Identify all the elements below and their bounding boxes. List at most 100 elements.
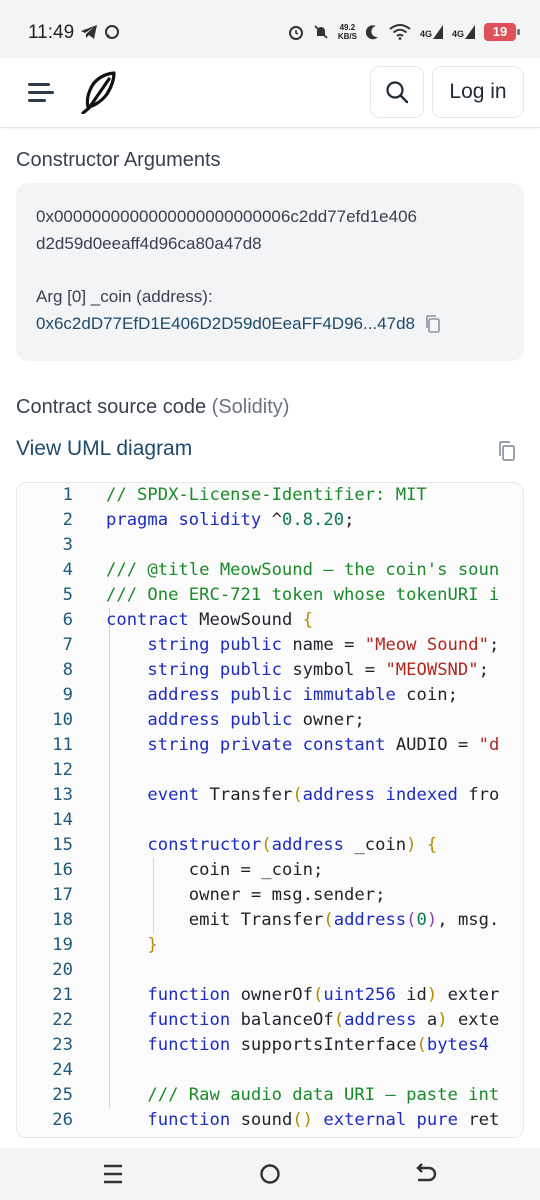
uml-diagram-link[interactable]: View UML diagram xyxy=(16,437,192,461)
code-text: owner = msg.sender; xyxy=(188,885,386,905)
code-viewer[interactable]: 1 // SPDX-License-Identifier: MIT 2 pragma … xyxy=(16,482,524,1138)
code-line: 13 event Transfer(address indexed fro xyxy=(17,783,523,808)
search-icon xyxy=(386,81,409,104)
recent-apps-icon[interactable] xyxy=(100,1162,126,1186)
line-number: 1 xyxy=(62,485,73,505)
signal-bars-icon xyxy=(465,25,475,39)
home-icon[interactable] xyxy=(257,1162,283,1186)
line-number: 21 xyxy=(52,985,73,1005)
code-line: 18 emit Transfer(address(0), msg. xyxy=(17,908,523,933)
code-text: event Transfer(address indexed fro xyxy=(147,785,500,805)
constructor-args-title: Constructor Arguments xyxy=(16,149,221,171)
status-bar: 11:49 49.2 KB/S 4G 4G 19 xyxy=(0,0,540,58)
language-label: (Solidity) xyxy=(211,396,290,418)
line-number: 24 xyxy=(52,1060,73,1080)
code-line: 25 /// Raw audio data URI — paste int xyxy=(17,1083,523,1108)
copy-icon[interactable] xyxy=(496,440,518,462)
code-text: constructor(address _coin) { xyxy=(147,835,438,855)
code-text: address public immutable coin; xyxy=(147,685,458,705)
line-number: 8 xyxy=(62,660,73,680)
code-line: 4 /// @title MeowSound — the coin's soun xyxy=(17,558,523,583)
code-line: 20 xyxy=(17,958,523,983)
code-line: 11 string private constant AUDIO = "d xyxy=(17,733,523,758)
code-line: 15 constructor(address _coin) { xyxy=(17,833,523,858)
battery-indicator: 19 xyxy=(484,23,520,41)
code-text: string private constant AUDIO = "d xyxy=(147,735,500,755)
code-text: } xyxy=(147,935,158,955)
code-line: 12 xyxy=(17,758,523,783)
line-number: 26 xyxy=(52,1110,73,1130)
login-button[interactable]: Log in xyxy=(432,66,524,118)
code-text: address public owner; xyxy=(147,710,365,730)
signal-1: 4G xyxy=(420,25,443,39)
line-number: 17 xyxy=(52,885,73,905)
code-line: 10 address public owner; xyxy=(17,708,523,733)
telegram-icon xyxy=(81,25,97,39)
chat-bubble-icon xyxy=(105,25,119,39)
code-line: 23 function supportsInterface(bytes4 xyxy=(17,1033,523,1058)
code-text: coin = _coin; xyxy=(188,860,324,880)
back-icon[interactable] xyxy=(413,1162,439,1186)
system-nav-bar xyxy=(0,1148,540,1200)
line-number: 23 xyxy=(52,1035,73,1055)
moon-icon xyxy=(365,25,378,40)
mute-bell-icon xyxy=(314,25,328,39)
code-text: /// Raw audio data URI — paste int xyxy=(147,1085,500,1105)
line-number: 2 xyxy=(62,510,73,530)
code-line: 17 owner = msg.sender; xyxy=(17,883,523,908)
code-text: function balanceOf(address a) exte xyxy=(147,1010,500,1030)
line-number: 12 xyxy=(52,760,73,780)
line-number: 11 xyxy=(52,735,73,755)
menu-button[interactable] xyxy=(28,81,54,105)
code-line: 6 contract MeowSound { xyxy=(17,608,523,633)
code-line: 22 function balanceOf(address a) exte xyxy=(17,1008,523,1033)
status-time: 11:49 xyxy=(28,22,75,43)
code-line: 24 xyxy=(17,1058,523,1083)
line-number: 7 xyxy=(62,635,73,655)
code-line: 5 /// One ERC-721 token whose tokenURI i xyxy=(17,583,523,608)
code-line: 27 xyxy=(17,1133,523,1137)
line-number: 27 xyxy=(17,1133,73,1137)
code-text: // SPDX-License-Identifier: MIT xyxy=(106,485,427,505)
code-line: 1 // SPDX-License-Identifier: MIT xyxy=(17,483,523,508)
code-line: 7 string public name = "Meow Sound"; xyxy=(17,633,523,658)
line-number: 13 xyxy=(52,785,73,805)
line-number: 3 xyxy=(62,535,73,555)
signal-2: 4G xyxy=(452,25,475,39)
line-number: 25 xyxy=(52,1085,73,1105)
args-hex: 0x0000000000000000000000006c2dd77efd1e40… xyxy=(36,207,417,253)
line-number: 18 xyxy=(52,910,73,930)
app-header: Log in xyxy=(0,58,540,128)
line-number: 6 xyxy=(62,610,73,630)
code-text: /// @title MeowSound — the coin's soun xyxy=(106,560,500,580)
code-line: 9 address public immutable coin; xyxy=(17,683,523,708)
arg-address-link[interactable]: 0x6c2dD77EfD1E406D2D59d0EeaFF4D96...47d8 xyxy=(36,310,415,337)
code-line: 26 function sound() external pure ret xyxy=(17,1108,523,1133)
code-text: pragma solidity ^0.8.20; xyxy=(106,510,355,530)
feather-logo-icon[interactable] xyxy=(78,70,120,114)
signal-bars-icon xyxy=(432,25,443,39)
code-text: function ownerOf(uint256 id) exter xyxy=(147,985,500,1005)
code-line: 3 xyxy=(17,533,523,558)
code-text: string public name = "Meow Sound"; xyxy=(147,635,500,655)
code-text: emit Transfer(address(0), msg. xyxy=(188,910,500,930)
line-number: 5 xyxy=(62,585,73,605)
code-line: 14 xyxy=(17,808,523,833)
code-text: function sound() external pure ret xyxy=(147,1110,500,1130)
search-button[interactable] xyxy=(370,66,424,118)
code-line: 21 function ownerOf(uint256 id) exter xyxy=(17,983,523,1008)
wifi-icon xyxy=(389,24,411,40)
line-number: 22 xyxy=(52,1010,73,1030)
line-number: 10 xyxy=(52,710,73,730)
constructor-args-card: 0x0000000000000000000000006c2dd77efd1e40… xyxy=(16,183,524,361)
net-speed: 49.2 KB/S xyxy=(337,23,357,41)
code-line: 19 } xyxy=(17,933,523,958)
line-number: 20 xyxy=(52,960,73,980)
line-number: 4 xyxy=(62,560,73,580)
code-text: function supportsInterface(bytes4 xyxy=(147,1035,489,1055)
code-text: contract MeowSound { xyxy=(106,610,314,630)
line-number: 19 xyxy=(52,935,73,955)
copy-icon[interactable] xyxy=(423,314,443,334)
line-number: 16 xyxy=(52,860,73,880)
code-line: 8 string public symbol = "MEOWSND"; xyxy=(17,658,523,683)
